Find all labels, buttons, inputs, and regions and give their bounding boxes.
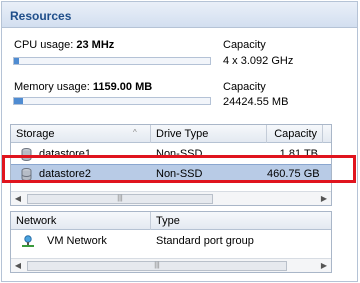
resources-panel: Resources CPU usage: 23 MHz Capacity 4 x… <box>1 1 358 282</box>
cpu-usage-label: CPU usage: <box>14 39 74 51</box>
cpu-usage-fill <box>14 58 19 64</box>
sort-ascending-icon: ^ <box>133 128 137 137</box>
network-name: VM Network <box>47 235 107 247</box>
scroll-right-icon[interactable]: ▶ <box>317 192 331 205</box>
storage-horizontal-scrollbar[interactable]: ◀ ||| ▶ <box>11 191 331 205</box>
column-capacity[interactable]: Capacity <box>267 125 323 143</box>
memory-usage-value: 1159.00 MB <box>92 81 153 93</box>
scroll-left-icon[interactable]: ◀ <box>11 259 25 272</box>
column-storage-label: Storage <box>16 128 55 140</box>
cpu-capacity-value: 4 x 3.092 GHz <box>223 55 294 67</box>
cpu-capacity-label: Capacity <box>223 39 266 51</box>
scroll-left-icon[interactable]: ◀ <box>11 192 25 205</box>
memory-usage: Memory usage: 1159.00 MB <box>14 81 152 93</box>
network-icon <box>22 235 34 247</box>
network-type: Standard port group <box>156 235 254 247</box>
cpu-usage: CPU usage: 23 MHz <box>14 39 114 51</box>
column-drive-type[interactable]: Drive Type <box>151 125 267 143</box>
storage-table-header: Storage ^ Drive Type Capacity <box>11 125 331 143</box>
table-row[interactable]: VM Network Standard port group <box>11 232 331 251</box>
scroll-thumb[interactable]: ||| <box>27 194 213 204</box>
memory-usage-fill <box>14 98 24 104</box>
column-type[interactable]: Type <box>151 212 331 230</box>
memory-capacity-value: 24424.55 MB <box>223 96 289 108</box>
column-storage[interactable]: Storage ^ <box>11 125 151 143</box>
column-network[interactable]: Network <box>11 212 151 230</box>
panel-title: Resources <box>2 2 357 28</box>
cpu-usage-value: 23 MHz <box>76 39 115 51</box>
memory-usage-label: Memory usage: <box>14 81 90 93</box>
scroll-thumb[interactable]: ||| <box>27 261 287 271</box>
network-table-header: Network Type <box>11 212 331 230</box>
cpu-usage-bar <box>13 57 211 65</box>
memory-capacity-label: Capacity <box>223 81 266 93</box>
memory-usage-bar <box>13 97 211 105</box>
network-table: Network Type VM Network Standard port gr… <box>10 211 332 273</box>
scroll-right-icon[interactable]: ▶ <box>317 259 331 272</box>
network-horizontal-scrollbar[interactable]: ◀ ||| ▶ <box>11 258 331 272</box>
highlight-box <box>2 155 356 183</box>
